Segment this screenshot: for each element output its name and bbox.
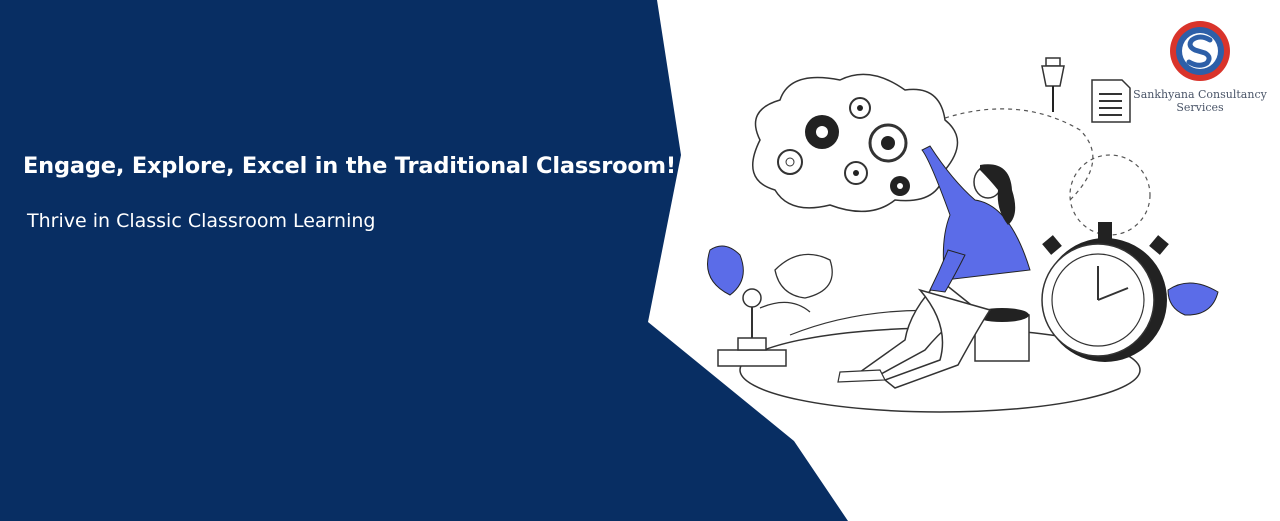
document-icon — [1091, 79, 1131, 123]
s-monogram-logo — [1170, 21, 1230, 81]
pushpin-icon — [1041, 57, 1065, 112]
stopwatch-icon — [1041, 222, 1169, 362]
company-name: Sankhyana Consultancy Services — [1133, 88, 1267, 114]
hero-banner: Engage, Explore, Excel in the Traditiona… — [0, 0, 1280, 521]
headline: Engage, Explore, Excel in the Traditiona… — [23, 153, 676, 179]
company-logo: Sankhyana Consultancy Services — [1130, 18, 1270, 114]
joystick-icon — [717, 288, 787, 367]
gears-cloud-icon — [752, 73, 959, 213]
subheadline: Thrive in Classic Classroom Learning — [27, 210, 376, 232]
